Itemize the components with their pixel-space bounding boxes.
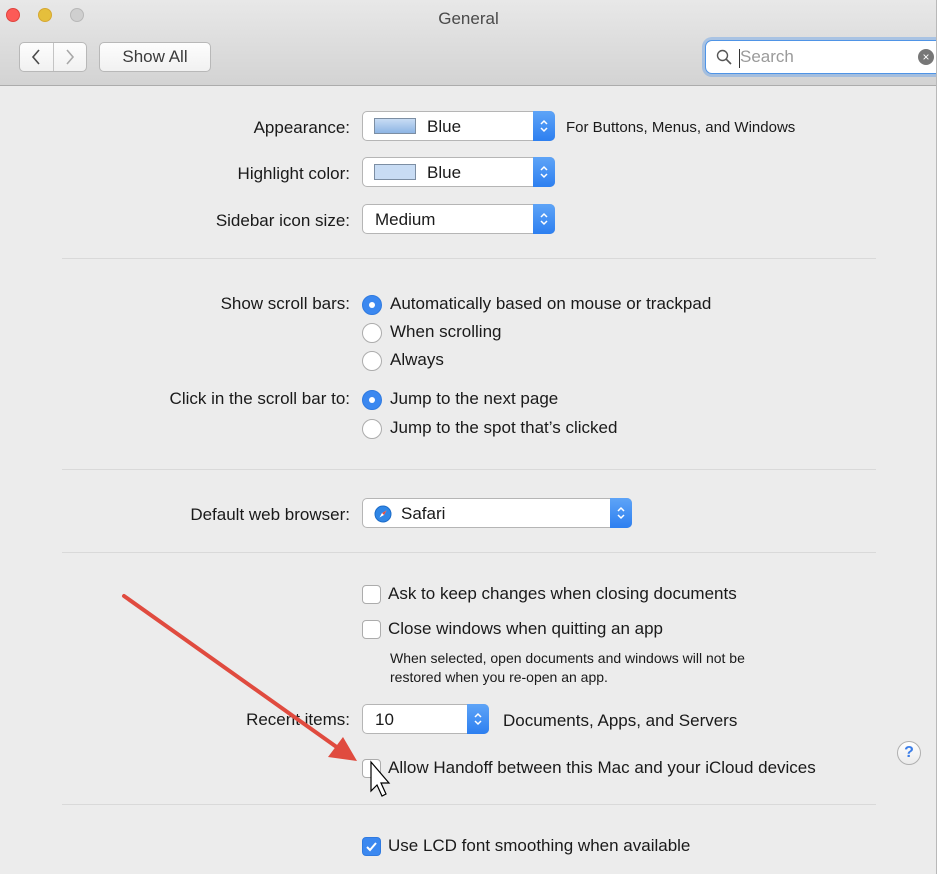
back-forward-control	[19, 42, 87, 72]
help-button[interactable]: ?	[897, 741, 921, 765]
appearance-popup[interactable]: Blue	[362, 111, 555, 141]
text-caret	[739, 49, 740, 68]
allow-handoff-label: Allow Handoff between this Mac and your …	[388, 758, 816, 777]
separator	[62, 469, 876, 470]
close-windows-checkbox[interactable]	[362, 620, 381, 639]
jump-next-page-radio[interactable]	[362, 390, 382, 410]
lcd-font-smoothing-checkbox[interactable]	[362, 837, 381, 856]
ask-keep-changes-checkbox[interactable]	[362, 585, 381, 604]
scroll-bars-automatic-radio[interactable]	[362, 295, 382, 315]
sidebar-icon-size-popup[interactable]: Medium	[362, 204, 555, 234]
close-windows-label: Close windows when quitting an app	[388, 619, 664, 638]
show-all-button[interactable]: Show All	[99, 42, 211, 72]
sidebar-icon-size-value: Medium	[375, 210, 436, 229]
separator	[62, 258, 876, 259]
ask-keep-changes-label: Ask to keep changes when closing documen…	[388, 584, 737, 603]
lcd-font-smoothing-label: Use LCD font smoothing when available	[388, 836, 691, 855]
allow-handoff-checkbox[interactable]	[362, 759, 381, 778]
default-browser-popup[interactable]: Safari	[362, 498, 632, 528]
browser-stepper	[610, 498, 632, 528]
up-down-chevron-icon	[540, 212, 548, 226]
general-pane: Appearance: Blue For Buttons, Menus, and…	[0, 86, 936, 874]
highlight-color-label: Highlight color:	[237, 164, 350, 183]
chevron-right-icon	[66, 49, 74, 65]
appearance-swatch	[374, 118, 416, 134]
scroll-bars-always-label: Always	[390, 350, 444, 369]
click-scroll-bar-label: Click in the scroll bar to:	[169, 389, 350, 408]
search-icon	[716, 49, 732, 65]
appearance-note: For Buttons, Menus, and Windows	[566, 119, 796, 136]
sidebar-size-stepper	[533, 204, 555, 234]
highlight-stepper	[533, 157, 555, 187]
search-input[interactable]	[740, 41, 920, 73]
title-bar: General Show All ×	[0, 0, 936, 86]
recent-items-value: 10	[375, 710, 394, 729]
window-title: General	[438, 9, 499, 28]
clear-search-icon[interactable]: ×	[918, 49, 934, 65]
scroll-bars-automatic-label: Automatically based on mouse or trackpad	[390, 294, 712, 313]
checkmark-icon	[366, 842, 377, 852]
up-down-chevron-icon	[474, 712, 482, 726]
recent-items-popup[interactable]: 10	[362, 704, 489, 734]
separator	[62, 552, 876, 553]
close-windows-note-line1: When selected, open documents and window…	[390, 650, 745, 666]
default-browser-label: Default web browser:	[190, 505, 350, 524]
up-down-chevron-icon	[617, 506, 625, 520]
recent-items-note: Documents, Apps, and Servers	[503, 711, 738, 730]
highlight-swatch	[374, 164, 416, 180]
jump-to-spot-label: Jump to the spot that’s clicked	[390, 418, 618, 437]
system-preferences-window: General Show All × Appearance: Blue	[0, 0, 937, 874]
separator	[62, 804, 876, 805]
safari-compass-icon	[374, 505, 392, 523]
scroll-bars-when-scrolling-radio[interactable]	[362, 323, 382, 343]
forward-button[interactable]	[52, 43, 87, 71]
show-scroll-bars-label: Show scroll bars:	[220, 294, 350, 313]
sidebar-icon-size-label: Sidebar icon size:	[215, 211, 350, 230]
appearance-label: Appearance:	[253, 118, 350, 137]
up-down-chevron-icon	[540, 165, 548, 179]
recent-items-stepper	[467, 704, 489, 734]
up-down-chevron-icon	[540, 119, 548, 133]
highlight-value: Blue	[427, 163, 462, 182]
jump-next-page-label: Jump to the next page	[390, 389, 559, 408]
chevron-left-icon	[32, 49, 40, 65]
appearance-value: Blue	[427, 117, 462, 136]
highlight-color-popup[interactable]: Blue	[362, 157, 555, 187]
appearance-stepper	[533, 111, 555, 141]
recent-items-label: Recent items:	[246, 710, 350, 729]
scroll-bars-always-radio[interactable]	[362, 351, 382, 371]
scroll-bars-when-scrolling-label: When scrolling	[390, 322, 502, 341]
default-browser-value: Safari	[401, 504, 446, 523]
jump-to-spot-radio[interactable]	[362, 419, 382, 439]
close-windows-note-line2: restored when you re-open an app.	[390, 669, 608, 685]
back-button[interactable]	[20, 43, 53, 71]
